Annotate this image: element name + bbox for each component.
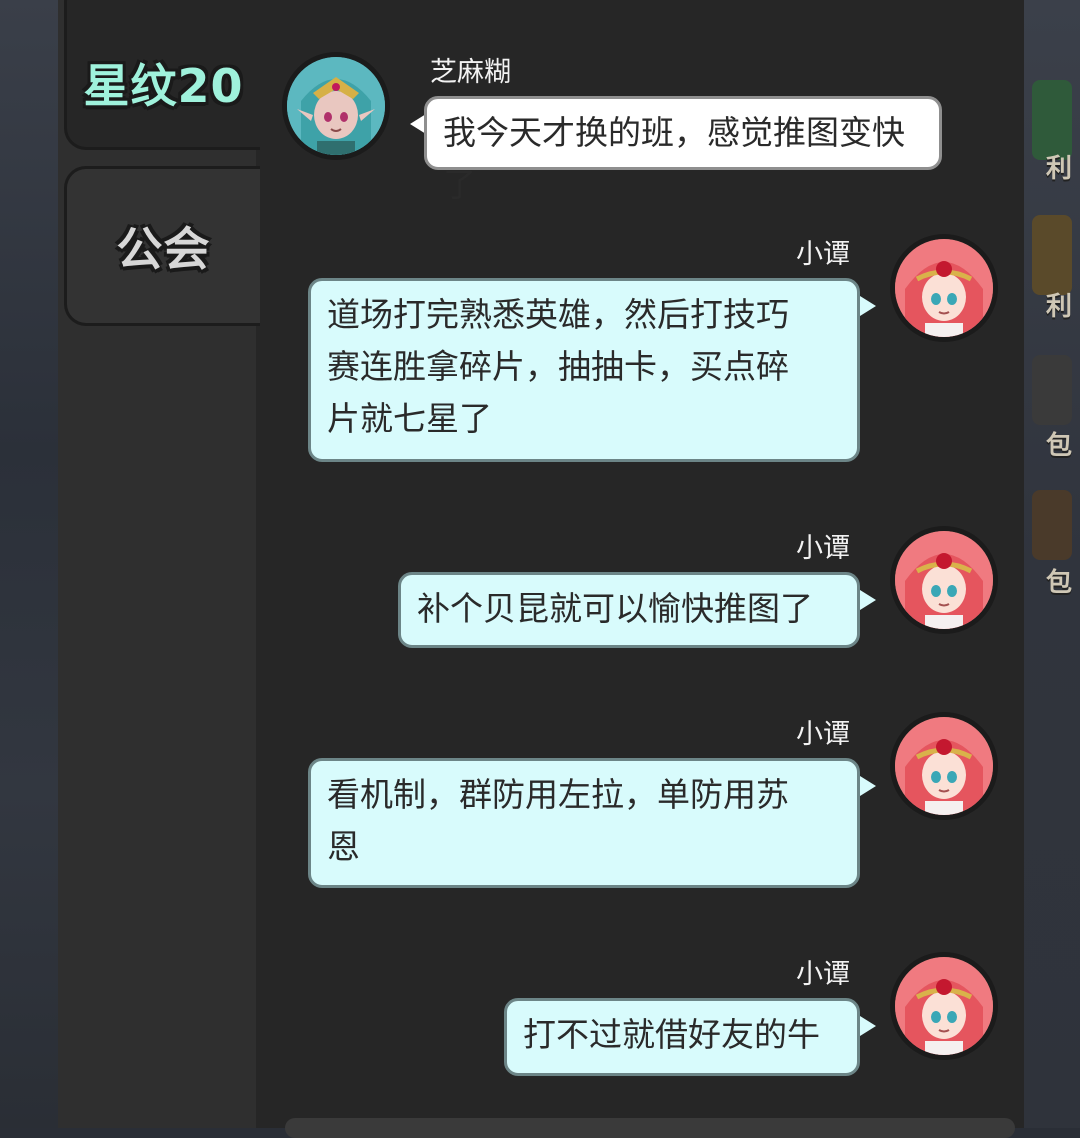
message-text: 补个贝昆就可以愉快推图了 (417, 589, 813, 628)
message-bubble[interactable]: 道场打完熟悉英雄，然后打技巧 赛连胜拿碎片，抽抽卡，买点碎 片就七星了 (308, 278, 860, 462)
bubble-tail (860, 1016, 876, 1036)
message-bubble[interactable]: 我今天才换的班，感觉推图变快了 (424, 96, 942, 204)
game-background-right: 利 利 包 包 (1024, 0, 1080, 1128)
rose-hero-avatar[interactable] (890, 234, 998, 342)
sender-name: 小谭 (796, 239, 850, 270)
side-label: 包 (1046, 431, 1073, 461)
sender-name: 小谭 (796, 533, 850, 564)
message-bubble[interactable]: 看机制，群防用左拉，单防用苏 恩 (308, 758, 860, 888)
side-icon (1032, 215, 1072, 295)
tab-label: 星纹20 (83, 59, 244, 113)
bubble-tail (860, 776, 876, 796)
side-icon (1032, 355, 1072, 425)
message-line: 恩 (327, 827, 360, 866)
side-label: 包 (1046, 568, 1073, 598)
sender-name: 小谭 (796, 959, 850, 990)
message-line: 道场打完熟悉英雄，然后打技巧 (327, 295, 789, 334)
side-label: 利 (1046, 292, 1073, 322)
message-bubble[interactable]: 补个贝昆就可以愉快推图了 (398, 572, 860, 648)
message-line: 赛连胜拿碎片，抽抽卡，买点碎 (327, 347, 789, 386)
input-bar-edge (285, 1118, 1015, 1138)
message-bubble[interactable]: 打不过就借好友的牛 (504, 998, 860, 1076)
tab-guild[interactable]: 公会 (64, 166, 260, 326)
rose-hero-avatar[interactable] (890, 952, 998, 1060)
message-text: 打不过就借好友的牛 (523, 1015, 820, 1054)
message-line: 片就七星了 (327, 399, 492, 438)
message-line: 看机制，群防用左拉，单防用苏 (327, 775, 789, 814)
rose-hero-avatar[interactable] (890, 712, 998, 820)
game-background-left (0, 0, 58, 1128)
bubble-tail (860, 590, 876, 610)
tab-label: 公会 (116, 222, 211, 276)
rose-hero-avatar[interactable] (890, 526, 998, 634)
sender-name: 小谭 (796, 719, 850, 750)
side-icon (1032, 490, 1072, 560)
sender-name: 芝麻糊 (430, 57, 511, 88)
tab-xingwen[interactable]: 星纹20 (64, 0, 260, 150)
side-label: 利 (1046, 154, 1073, 184)
bubble-tail (860, 296, 876, 316)
elf-hero-avatar[interactable] (282, 52, 390, 160)
